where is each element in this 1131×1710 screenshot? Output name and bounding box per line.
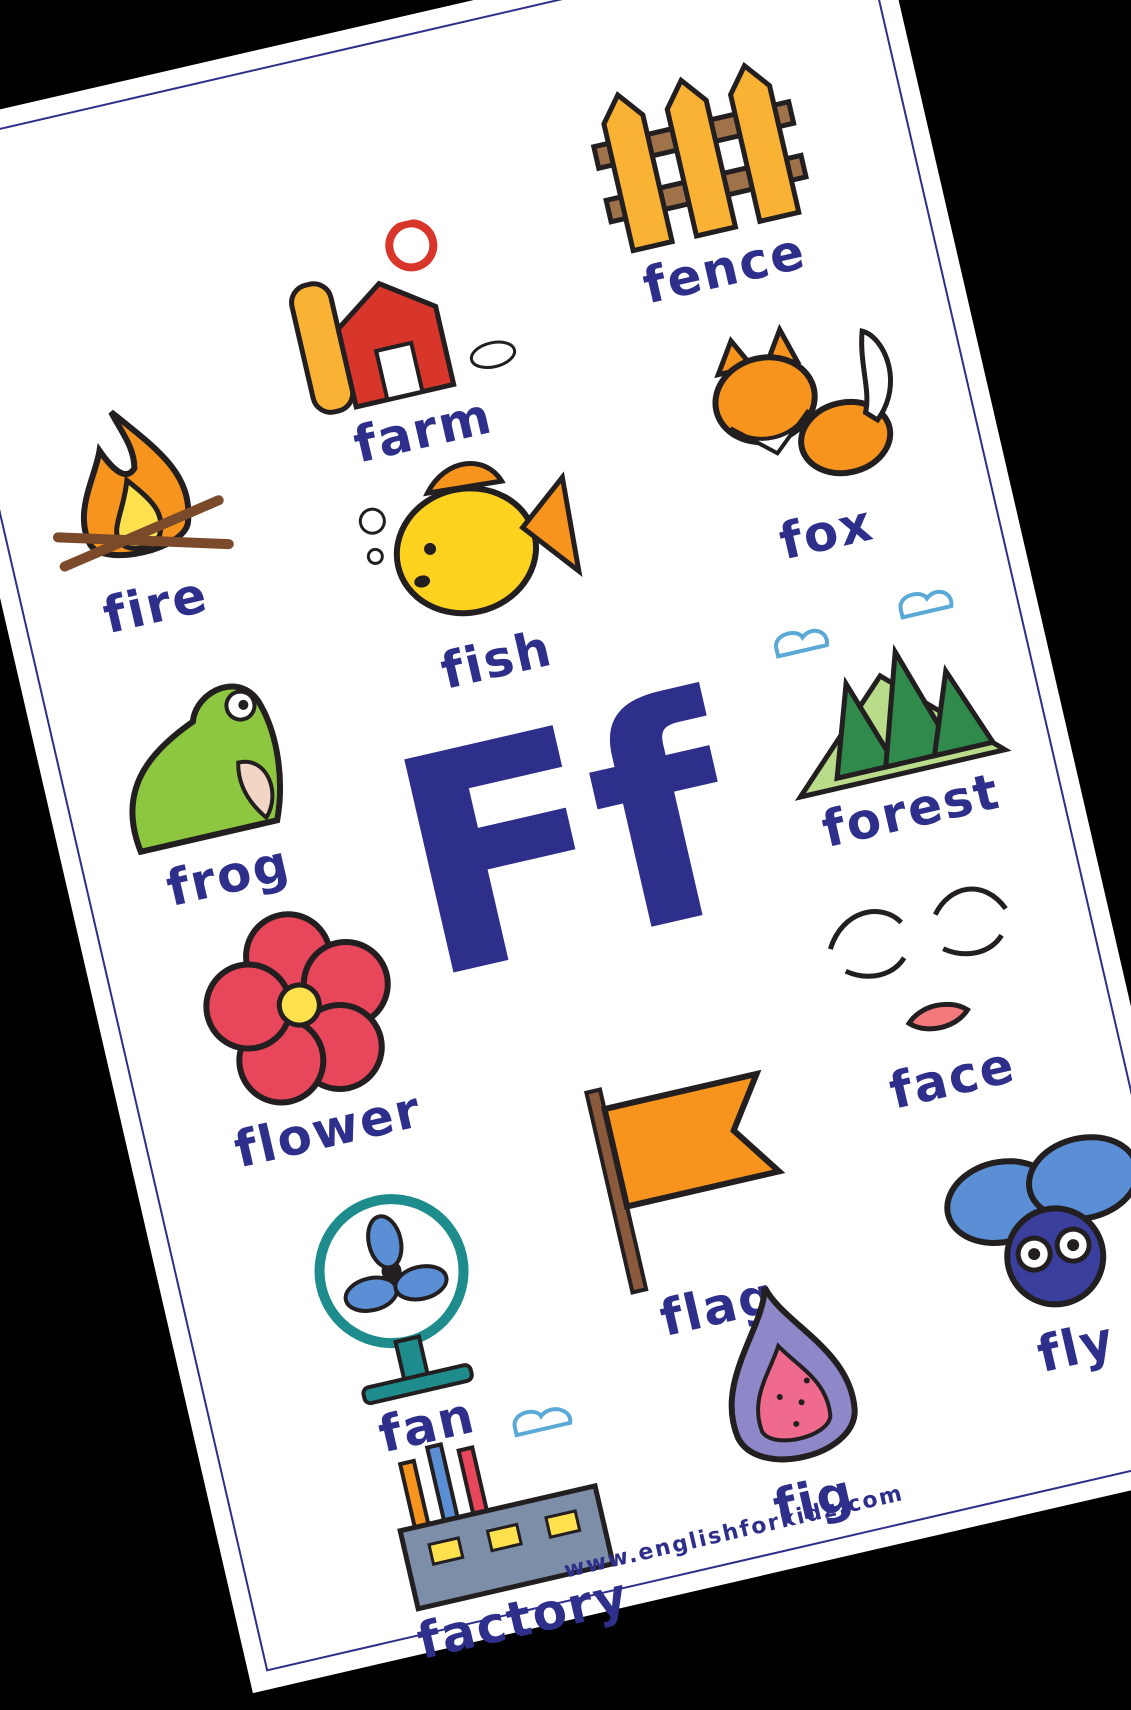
alphabet-poster: fire farm fence frog fish fox flower Ff … xyxy=(0,0,1131,1694)
big-letter-ff: Ff xyxy=(364,635,758,1048)
